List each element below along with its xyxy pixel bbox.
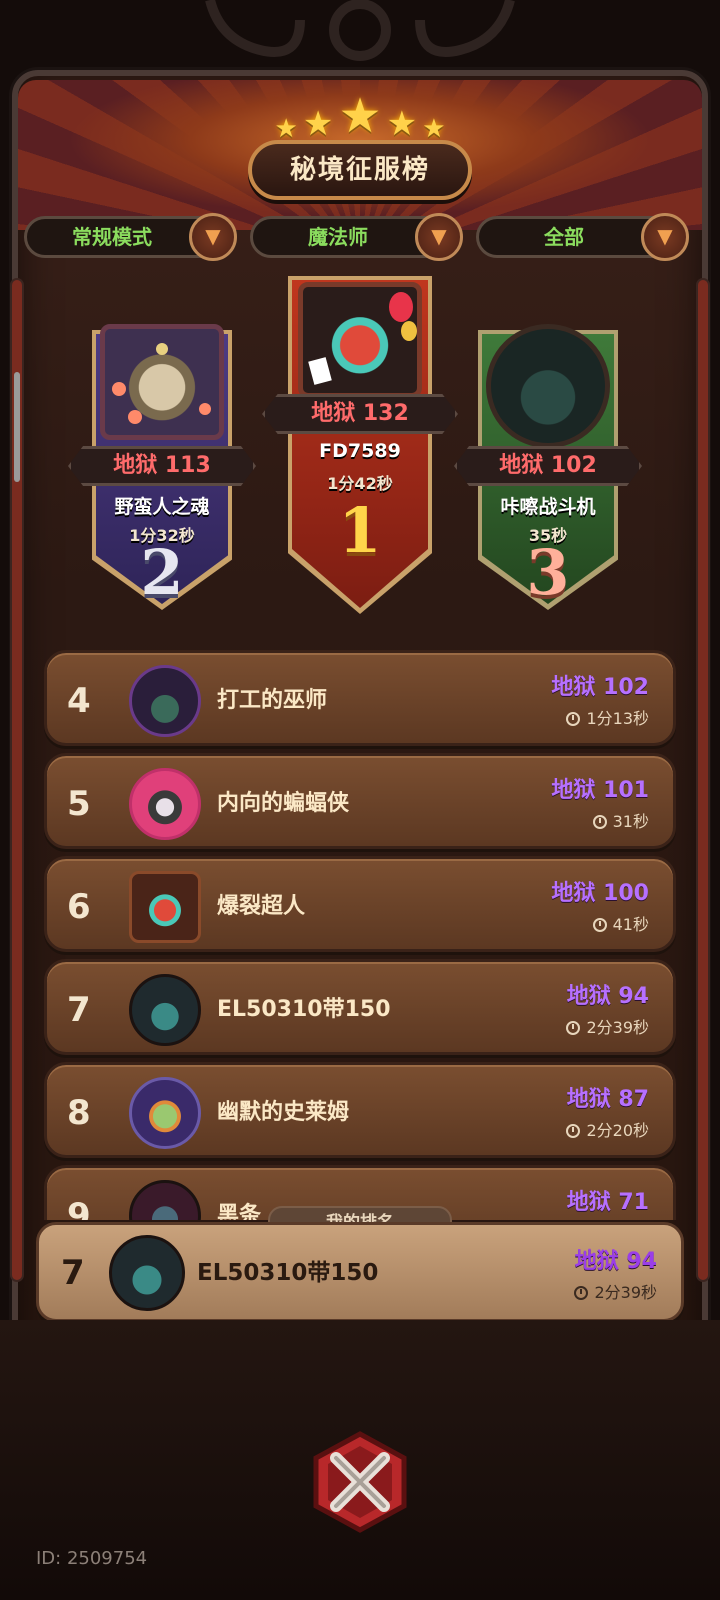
filter-label: 常规模式 bbox=[72, 225, 152, 249]
podium-second[interactable]: 地狱 113 野蛮人之魂 1分32秒 2 bbox=[68, 324, 256, 610]
filter-label: 全部 bbox=[544, 225, 584, 249]
podium-third[interactable]: 地狱 102 咔嚓战斗机 35秒 3 bbox=[454, 324, 642, 610]
podium-first[interactable]: 地狱 132 FD7589 1分42秒 1 bbox=[262, 276, 458, 614]
avatar bbox=[100, 324, 224, 440]
scrollbar[interactable] bbox=[14, 372, 20, 482]
level-badge: 地狱 102 bbox=[454, 446, 642, 486]
avatar bbox=[486, 324, 610, 448]
clear-time: 1分13秒 bbox=[566, 705, 649, 729]
player-name: FD7589 bbox=[319, 440, 401, 462]
rank-number: 7 bbox=[61, 1253, 85, 1293]
class-filter-dropdown[interactable]: 魔法师 ▼ bbox=[250, 213, 463, 261]
player-name: 黑条 bbox=[217, 1203, 262, 1220]
list-item[interactable]: 4 打工的巫师 地狱 102 1分13秒 bbox=[44, 650, 676, 746]
rank-number: 6 bbox=[67, 887, 91, 927]
clock-icon bbox=[566, 712, 581, 726]
chevron-down-icon[interactable]: ▼ bbox=[415, 213, 463, 261]
clear-time: 41秒 bbox=[592, 911, 649, 935]
level-badge: 地狱 113 bbox=[68, 446, 256, 486]
player-name: 野蛮人之魂 bbox=[114, 496, 210, 518]
right-rail bbox=[698, 280, 708, 1280]
star-icon: ★ bbox=[338, 88, 382, 144]
list-item[interactable]: 5 内向的蝙蝠侠 地狱 101 31秒 bbox=[44, 753, 676, 849]
scope-filter-dropdown[interactable]: 全部 ▼ bbox=[476, 213, 689, 261]
page-title: 秘境征服榜 bbox=[248, 140, 472, 200]
avatar bbox=[129, 665, 201, 737]
clear-time: 31秒 bbox=[592, 808, 649, 832]
avatar bbox=[129, 1077, 201, 1149]
clock-icon bbox=[566, 1124, 581, 1138]
chevron-down-icon[interactable]: ▼ bbox=[641, 213, 689, 261]
rank-number: 5 bbox=[67, 784, 91, 824]
level-label: 地狱 100 bbox=[551, 881, 649, 906]
player-name: 爆裂超人 bbox=[217, 894, 306, 919]
avatar bbox=[129, 974, 201, 1046]
level-label: 地狱 102 bbox=[551, 675, 649, 700]
clear-time: 2分39秒 bbox=[566, 1014, 649, 1038]
player-name: EL50310带150 bbox=[217, 997, 391, 1022]
rank-number: 4 bbox=[67, 681, 91, 721]
avatar bbox=[298, 282, 422, 398]
level-label: 地狱 87 bbox=[566, 1087, 649, 1112]
avatar bbox=[129, 871, 201, 943]
level-label: 地狱 71 bbox=[566, 1190, 649, 1215]
flower-icon bbox=[112, 343, 211, 424]
list-item[interactable]: 8 幽默的史莱姆 地狱 87 2分20秒 bbox=[44, 1062, 676, 1158]
star-icon: ★ bbox=[302, 104, 334, 144]
player-name: 打工的巫师 bbox=[217, 688, 328, 713]
level-label: 地狱 94 bbox=[566, 984, 649, 1009]
star-icon: ★ bbox=[386, 104, 418, 144]
clear-time: 2分20秒 bbox=[566, 1117, 649, 1141]
level-label: 地狱 94 bbox=[574, 1249, 657, 1274]
rank-number: 2 bbox=[140, 536, 184, 609]
clear-time: 2分39秒 bbox=[574, 1279, 657, 1303]
avatar bbox=[109, 1235, 185, 1311]
clock-icon bbox=[592, 815, 607, 829]
clear-time: 1分42秒 bbox=[327, 474, 393, 493]
balloon-icon bbox=[308, 292, 417, 385]
player-name: 咔嚓战斗机 bbox=[500, 496, 596, 518]
chevron-down-icon[interactable]: ▼ bbox=[189, 213, 237, 261]
my-rank-row[interactable]: 7 EL50310带150 地狱 94 2分39秒 bbox=[36, 1222, 684, 1322]
filter-label: 魔法师 bbox=[308, 225, 368, 249]
player-name: 内向的蝙蝠侠 bbox=[217, 791, 350, 816]
user-id: ID: 2509754 bbox=[36, 1548, 148, 1569]
level-label: 地狱 101 bbox=[551, 778, 649, 803]
clock-icon bbox=[574, 1286, 589, 1300]
clock-icon bbox=[592, 918, 607, 932]
rank-number: 8 bbox=[67, 1093, 91, 1133]
rank-number: 3 bbox=[526, 536, 570, 609]
avatar bbox=[129, 1180, 201, 1220]
close-x-icon[interactable] bbox=[308, 1430, 412, 1534]
player-name: 幽默的史莱姆 bbox=[217, 1100, 350, 1125]
list-item[interactable]: 7 EL50310带150 地狱 94 2分39秒 bbox=[44, 959, 676, 1055]
rating-stars: ★ ★ ★ ★ ★ bbox=[0, 88, 720, 144]
level-badge: 地狱 132 bbox=[262, 394, 458, 434]
mode-filter-dropdown[interactable]: 常规模式 ▼ bbox=[24, 213, 237, 261]
avatar bbox=[129, 768, 201, 840]
clock-icon bbox=[566, 1021, 581, 1035]
rank-number: 1 bbox=[338, 494, 382, 567]
rank-number: 9 bbox=[67, 1196, 91, 1220]
ranking-list[interactable]: 4 打工的巫师 地狱 102 1分13秒 5 内向的蝙蝠侠 地狱 101 31秒… bbox=[44, 650, 676, 1220]
list-item[interactable]: 6 爆裂超人 地狱 100 41秒 bbox=[44, 856, 676, 952]
player-name: EL50310带150 bbox=[197, 1260, 379, 1286]
rank-number: 7 bbox=[67, 990, 91, 1030]
